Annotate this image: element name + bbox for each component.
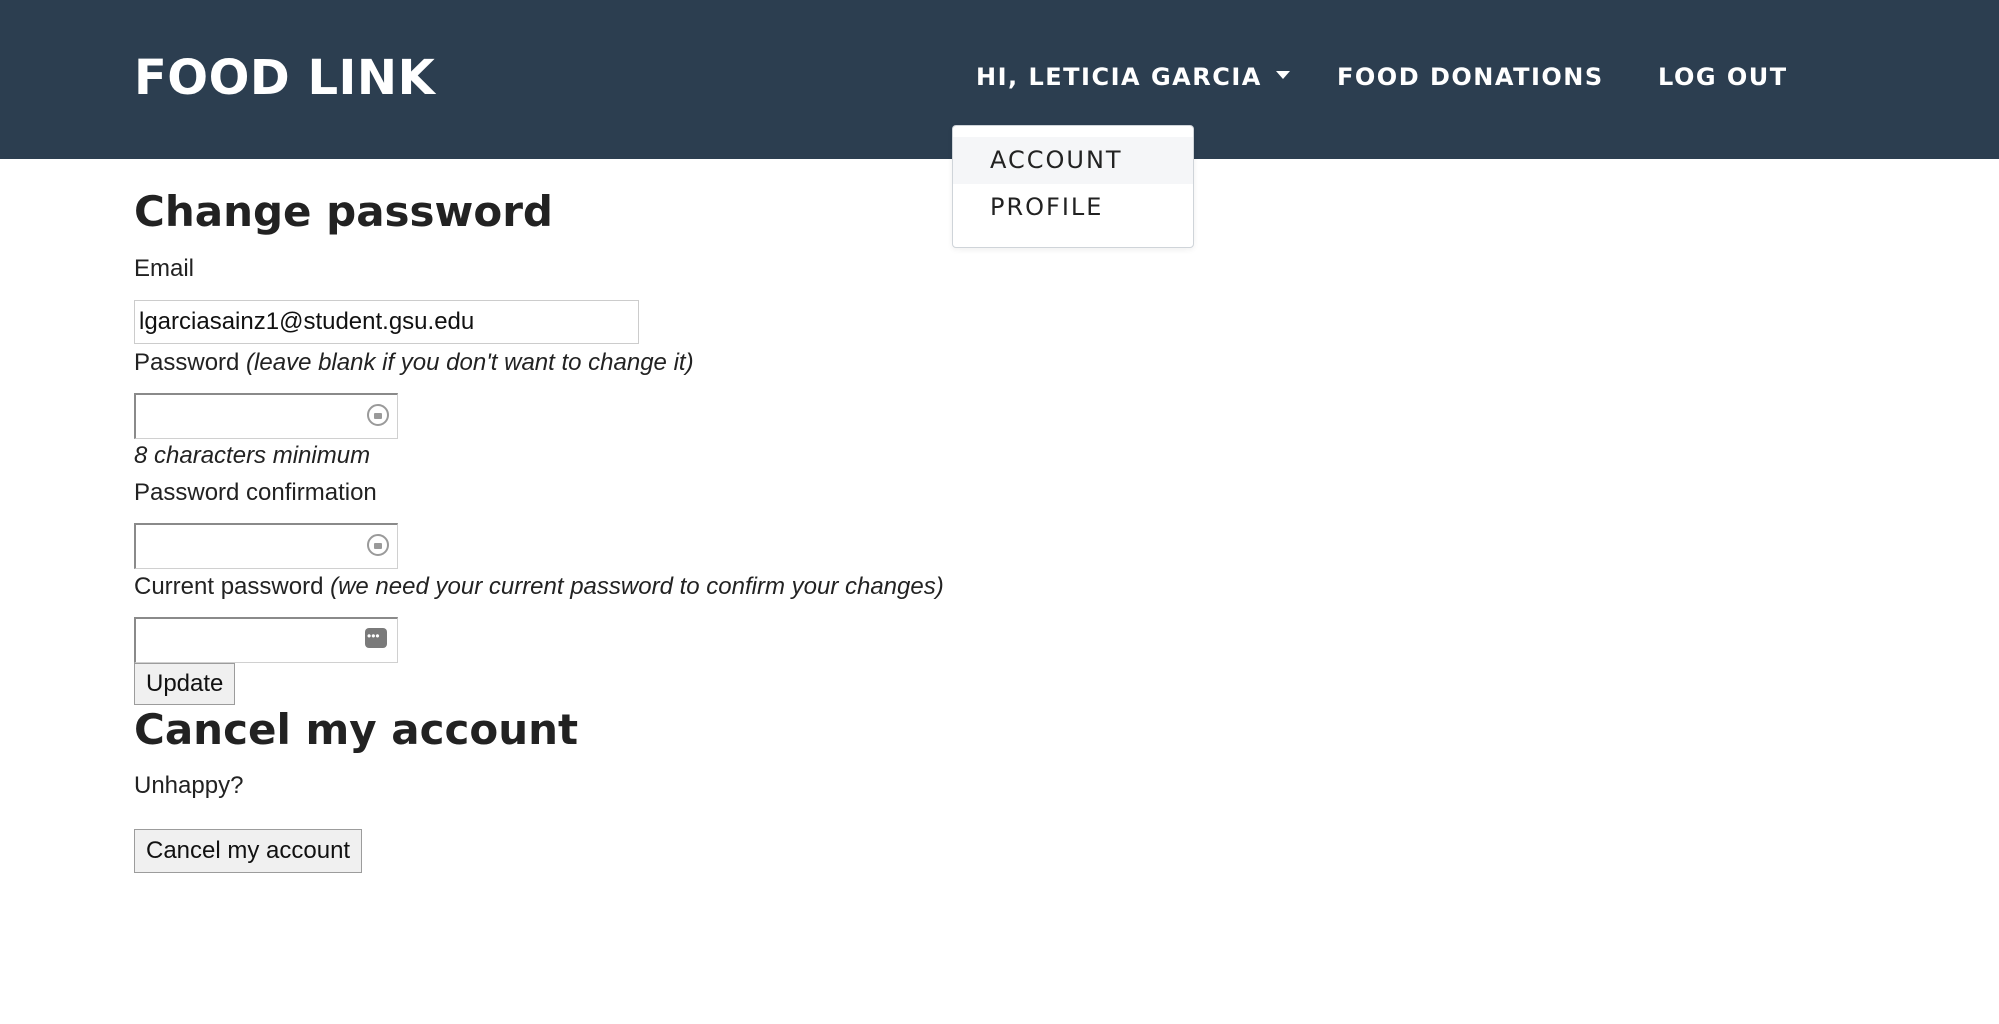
password-confirmation-label: Password confirmation xyxy=(134,479,377,506)
email-field[interactable] xyxy=(134,300,639,344)
password-field[interactable] xyxy=(134,393,398,439)
password-confirmation-field[interactable] xyxy=(134,523,398,569)
current-password-field[interactable] xyxy=(134,617,398,663)
unhappy-text: Unhappy? xyxy=(134,772,244,799)
password-label: Password xyxy=(134,349,240,376)
user-dropdown-menu: ACCOUNT PROFILE xyxy=(952,125,1194,248)
current-password-hint: (we need your current password to confir… xyxy=(330,573,944,600)
current-password-label: Current password xyxy=(134,573,324,600)
email-label: Email xyxy=(134,255,195,282)
password-manager-icon[interactable] xyxy=(367,534,389,556)
user-menu-label: HI, LETICIA GARCIA xyxy=(976,63,1262,91)
dropdown-item-account[interactable]: ACCOUNT xyxy=(953,137,1193,184)
update-button[interactable]: Update xyxy=(134,663,236,705)
password-label-row: Password (leave blank if you don't want … xyxy=(134,348,694,378)
password-manager-icon[interactable] xyxy=(367,404,389,426)
caret-down-icon xyxy=(1275,71,1290,79)
nav-log-out[interactable]: LOG OUT xyxy=(1658,62,1788,92)
cancel-account-button[interactable]: Cancel my account xyxy=(134,829,363,873)
dropdown-item-profile[interactable]: PROFILE xyxy=(953,184,1193,231)
current-password-label-row: Current password (we need your current p… xyxy=(134,572,944,602)
key-icon[interactable] xyxy=(365,626,387,648)
password-hint: (leave blank if you don't want to change… xyxy=(246,349,694,376)
password-min-note: 8 characters minimum xyxy=(134,442,371,469)
nav-food-donations[interactable]: FOOD DONATIONS xyxy=(1337,62,1604,92)
user-menu-toggle[interactable]: HI, LETICIA GARCIA xyxy=(976,62,1290,92)
cancel-account-heading: Cancel my account xyxy=(134,705,579,754)
change-password-heading: Change password xyxy=(134,187,553,236)
brand-logo[interactable]: FOOD LINK xyxy=(134,50,435,106)
